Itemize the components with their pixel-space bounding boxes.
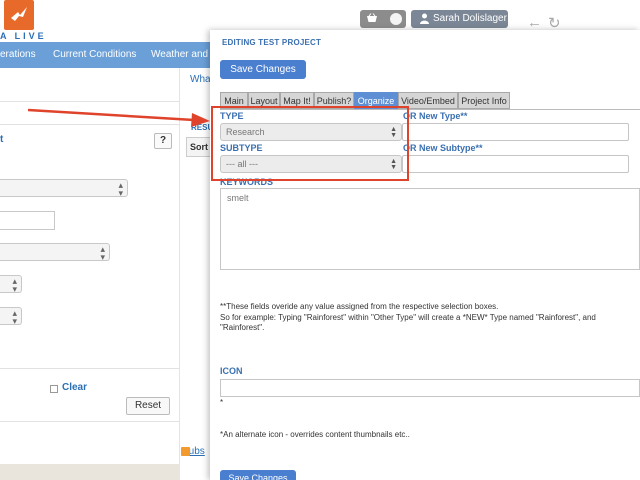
save-changes-button-bottom[interactable]: Save Changes — [220, 470, 296, 480]
save-changes-button[interactable]: Save Changes — [220, 60, 306, 79]
override-note-line: "Rainforest". — [220, 323, 265, 332]
annotation-arrow-icon — [28, 108, 210, 127]
help-button[interactable]: ? — [154, 133, 172, 149]
user-name: Sarah Dolislager — [433, 13, 507, 24]
bird-logo-icon — [11, 7, 27, 21]
new-subtype-label: OR New Subtype** — [403, 143, 483, 153]
icon-asterisk: * — [220, 398, 224, 407]
user-icon — [420, 13, 429, 24]
annotation-highlight-box — [211, 106, 409, 181]
nav-item-current-conditions[interactable]: Current Conditions — [53, 42, 136, 68]
icon-note: *An alternate icon - overrides content t… — [220, 430, 410, 439]
nav-item-operations[interactable]: erations — [0, 42, 36, 68]
chevron-updown-icon: ▴ ▾ — [12, 308, 17, 326]
icon-input[interactable] — [220, 379, 640, 397]
back-arrow-icon[interactable]: ← — [527, 14, 542, 31]
filter-input[interactable] — [0, 211, 55, 230]
modal-title: EDITING TEST PROJECT — [222, 38, 322, 47]
divider — [0, 368, 180, 369]
filter-select[interactable]: ▴ ▾ — [0, 243, 110, 262]
chevron-updown-icon: ▴ ▾ — [100, 244, 105, 262]
filter-select[interactable]: ▴ ▾ — [0, 307, 22, 326]
chevron-updown-icon: ▴ ▾ — [12, 276, 17, 294]
map-preview[interactable] — [0, 464, 180, 480]
toggle-knob — [390, 13, 402, 25]
override-note-line: **These fields overide any value assigne… — [220, 302, 499, 311]
new-type-input[interactable] — [402, 123, 629, 141]
logo[interactable] — [4, 0, 34, 30]
icon-label: ICON — [220, 366, 243, 376]
new-type-label: OR New Type** — [403, 111, 468, 121]
logo-text: A LIVE — [0, 31, 47, 41]
filter-select[interactable]: ▴ ▾ — [0, 275, 22, 294]
clear-checkbox[interactable] — [50, 385, 58, 393]
chevron-updown-icon: ▴ ▾ — [118, 180, 123, 198]
divider — [0, 101, 180, 102]
nav-item-weather[interactable]: Weather and T — [151, 42, 217, 68]
divider — [0, 421, 180, 422]
keywords-textarea[interactable]: smelt — [220, 188, 640, 270]
reset-button[interactable]: Reset — [126, 397, 170, 415]
filter-select[interactable]: ▴ ▾ — [0, 179, 128, 198]
edit-project-modal: EDITING TEST PROJECT Save Changes Main L… — [210, 30, 640, 480]
user-menu-button[interactable]: Sarah Dolislager — [411, 10, 508, 28]
basket-icon — [367, 13, 377, 22]
clear-link[interactable]: Clear — [62, 382, 87, 393]
tab-project-info[interactable]: Project Info — [458, 92, 510, 109]
rss-icon[interactable] — [181, 447, 190, 456]
section-label: t — [0, 134, 4, 145]
new-subtype-input[interactable] — [402, 155, 629, 173]
override-note-line: So for example: Typing "Rainforest" with… — [220, 313, 596, 322]
cart-toggle[interactable] — [360, 10, 406, 28]
